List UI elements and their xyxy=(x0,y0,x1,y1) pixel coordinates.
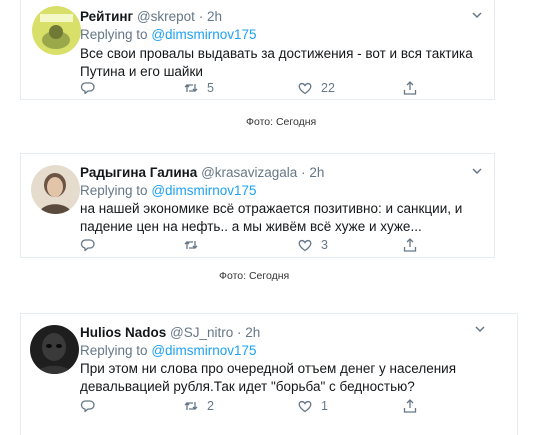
photo-caption: Фото: Сегодня xyxy=(219,270,290,282)
reply-button[interactable] xyxy=(80,237,96,253)
like-icon xyxy=(298,82,312,95)
like-count: 3 xyxy=(321,238,328,252)
separator-dot: · xyxy=(237,325,242,340)
tweet-header: Радыгина Галина @krasavizagala · 2h xyxy=(80,165,324,181)
retweet-button[interactable]: 2 xyxy=(183,398,214,414)
retweet-count: 2 xyxy=(207,399,214,413)
like-button[interactable]: 3 xyxy=(297,237,328,253)
tweet-text: При этом ни слова про очередной отъем де… xyxy=(80,361,457,394)
share-icon xyxy=(403,81,417,95)
share-button[interactable] xyxy=(402,237,418,253)
author-handle[interactable]: @skrepot xyxy=(137,9,195,24)
replying-to-label: Replying to xyxy=(80,343,148,358)
author-name[interactable]: Hulios Nados xyxy=(80,325,166,340)
replying-to: Replying to @dimsmirnov175 xyxy=(80,343,257,358)
reply-button[interactable] xyxy=(80,80,96,96)
reply-icon xyxy=(80,82,95,95)
timestamp[interactable]: 2h xyxy=(207,9,222,24)
separator-dot: · xyxy=(198,9,204,24)
tweet-2[interactable]: Радыгина Галина @krasavizagala · 2h Repl… xyxy=(20,153,495,258)
avatar[interactable] xyxy=(30,325,79,374)
timestamp[interactable]: 2h xyxy=(309,165,324,180)
author-handle[interactable]: @SJ_nitro xyxy=(170,325,233,340)
separator-dot: · xyxy=(301,165,306,180)
reply-icon xyxy=(80,239,95,252)
replying-to-label: Replying to xyxy=(80,183,148,198)
share-icon xyxy=(403,238,417,252)
caret-down-icon[interactable] xyxy=(473,322,487,336)
retweet-icon xyxy=(184,241,198,249)
share-button[interactable] xyxy=(402,80,418,96)
share-button[interactable] xyxy=(402,398,418,414)
tweet-actions: 2 1 xyxy=(80,398,440,416)
tweet-header: Hulios Nados @SJ_nitro · 2h xyxy=(80,325,260,341)
avatar[interactable] xyxy=(31,165,80,214)
mention-link[interactable]: @dimsmirnov175 xyxy=(151,343,256,358)
mention-link[interactable]: @dimsmirnov175 xyxy=(151,27,256,42)
tweet-3[interactable]: Hulios Nados @SJ_nitro · 2h Replying to … xyxy=(20,313,518,435)
reply-button[interactable] xyxy=(80,398,96,414)
author-name[interactable]: Радыгина Галина xyxy=(80,165,197,180)
tweet-text: Все свои провалы выдавать за достижения … xyxy=(80,46,473,79)
author-handle[interactable]: @krasavizagala xyxy=(201,165,297,180)
tweet-header: Рейтинг @skrepot · 2h xyxy=(80,9,222,25)
caret-down-icon[interactable] xyxy=(470,8,484,22)
caret-down-icon[interactable] xyxy=(470,164,484,178)
retweet-button[interactable]: 5 xyxy=(183,80,214,96)
like-count: 1 xyxy=(321,399,328,413)
author-name[interactable]: Рейтинг xyxy=(80,9,133,24)
retweet-icon xyxy=(184,84,198,92)
like-icon xyxy=(298,400,312,413)
tweet-text: на нашей экономике всё отражается позити… xyxy=(80,201,463,234)
retweet-count: 5 xyxy=(207,81,214,95)
like-count: 22 xyxy=(321,81,335,95)
tweet-actions: 3 xyxy=(80,237,440,255)
reply-icon xyxy=(80,400,95,413)
replying-to-label: Replying to xyxy=(80,27,148,42)
photo-caption: Фото: Сегодня xyxy=(246,116,317,128)
replying-to: Replying to @dimsmirnov175 xyxy=(80,27,257,42)
retweet-button[interactable] xyxy=(183,237,207,253)
share-icon xyxy=(403,399,417,413)
like-button[interactable]: 22 xyxy=(297,80,335,96)
tweet-1[interactable]: Рейтинг @skrepot · 2h Replying to @dimsm… xyxy=(20,0,495,100)
like-icon xyxy=(298,239,312,252)
like-button[interactable]: 1 xyxy=(297,398,328,414)
avatar[interactable] xyxy=(32,6,81,55)
tweet-actions: 5 22 xyxy=(80,80,440,98)
mention-link[interactable]: @dimsmirnov175 xyxy=(151,183,256,198)
timestamp[interactable]: 2h xyxy=(245,325,260,340)
replying-to: Replying to @dimsmirnov175 xyxy=(80,183,257,198)
retweet-icon xyxy=(184,402,198,410)
